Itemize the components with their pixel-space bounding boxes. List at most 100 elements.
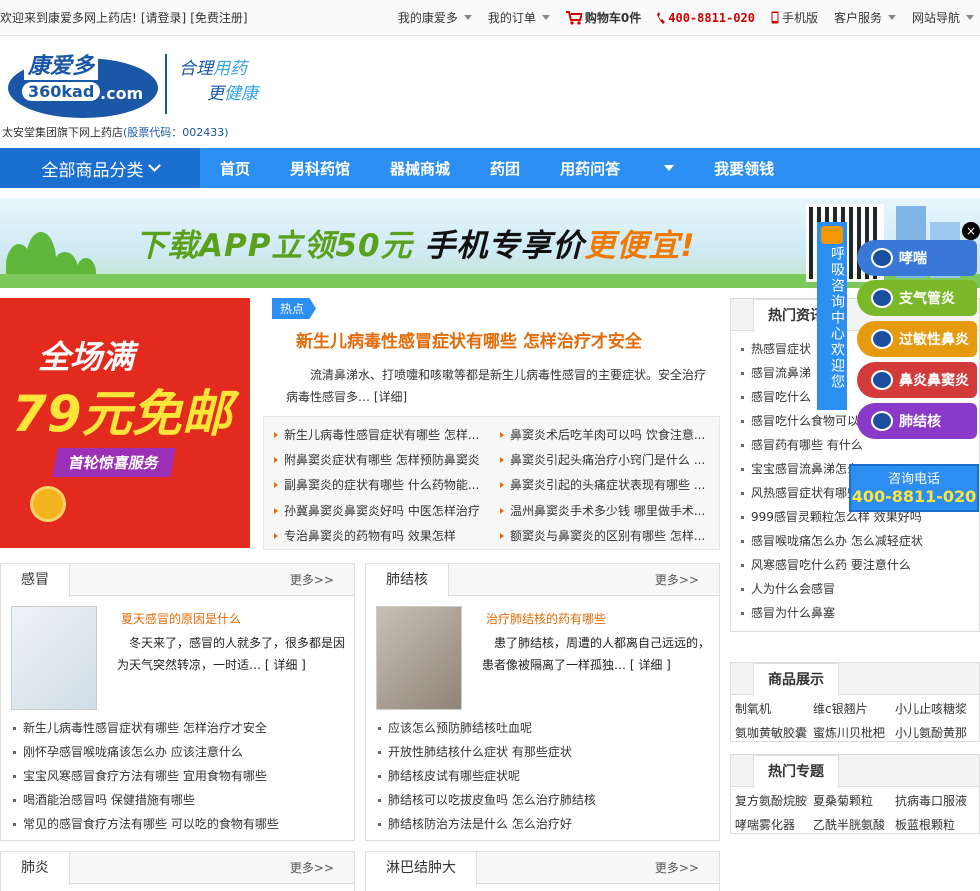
list-item[interactable]: 附鼻窦炎症状有哪些 怎样预防鼻窦炎 bbox=[272, 448, 498, 472]
topic-link[interactable]: 抗病毒口服液 bbox=[895, 789, 975, 813]
product-link[interactable]: 制氧机 bbox=[735, 697, 813, 721]
list-item[interactable]: 副鼻窦炎的症状有哪些 什么药物能... bbox=[272, 473, 498, 497]
list-item[interactable]: 鼻窦炎引起头痛治疗小窍门是什么 ... bbox=[498, 448, 718, 472]
category-title[interactable]: 肺炎 bbox=[1, 852, 70, 885]
category-title[interactable]: 感冒 bbox=[1, 564, 70, 597]
my-kad-menu[interactable]: 我的康爱多 bbox=[398, 9, 472, 26]
main-nav: 全部商品分类 首页 男科药馆 器械商城 药团 用药问答 我要领钱 bbox=[0, 148, 980, 188]
mobile-link[interactable]: 手机版 bbox=[771, 9, 818, 26]
more-link[interactable]: 更多>> bbox=[290, 852, 334, 884]
site-header: 康爱多 360kad .com 合理用药 更健康 太安堂集团旗下网上药店(股票代… bbox=[0, 36, 980, 148]
list-item[interactable]: 应该怎么预防肺结核吐血呢 bbox=[378, 716, 719, 740]
topic-link[interactable]: 板蓝根颗粒 bbox=[895, 813, 975, 837]
nav-home[interactable]: 首页 bbox=[220, 158, 250, 179]
cart-icon bbox=[565, 10, 582, 25]
list-item[interactable]: 鼻窦炎引起的头痛症状表现有哪些 ... bbox=[498, 473, 718, 497]
nav-get-money[interactable]: 我要领钱 bbox=[714, 158, 774, 179]
list-item[interactable]: 温州鼻窦炎手术多少钱 哪里做手术... bbox=[498, 499, 718, 523]
product-link[interactable]: 蜜炼川贝枇杷 bbox=[813, 721, 895, 745]
register-link[interactable]: [免费注册] bbox=[190, 9, 247, 26]
consult-allergic-rhinitis[interactable]: 过敏性鼻炎 bbox=[857, 321, 977, 357]
products-box: 商品展示 制氧机 维c银翘片 小儿止咳糖浆 氨咖黄敏胶囊 蜜炼川贝枇杷 小儿氨酚… bbox=[730, 662, 980, 742]
chevron-down-icon bbox=[147, 159, 161, 172]
list-item[interactable]: 新生儿病毒性感冒症状有哪些 怎样... bbox=[272, 423, 498, 447]
category-title[interactable]: 淋巴结肿大 bbox=[366, 852, 477, 885]
feature-title[interactable]: 治疗肺结核的药有哪些 bbox=[486, 610, 606, 627]
caret-down-icon bbox=[541, 15, 550, 20]
list-item[interactable]: 感冒喉咙痛怎么办 怎么减轻症状 bbox=[739, 529, 979, 553]
caret-down-icon bbox=[463, 15, 472, 20]
topic-link[interactable]: 乙酰半胱氨酸 bbox=[813, 813, 895, 837]
nav-mens-pharmacy[interactable]: 男科药馆 bbox=[290, 158, 350, 179]
product-link[interactable]: 维c银翘片 bbox=[813, 697, 895, 721]
welcome-text: 欢迎来到康爱多网上药店! bbox=[0, 11, 137, 25]
product-link[interactable]: 小儿氨酚黄那 bbox=[895, 721, 975, 745]
list-item[interactable]: 人为什么会感冒 bbox=[739, 577, 979, 601]
topic-link[interactable]: 哮喘雾化器 bbox=[735, 813, 813, 837]
list-item[interactable]: 额窦炎与鼻窦炎的区别有哪些 怎样... bbox=[498, 524, 718, 548]
feature-desc: 患了肺结核，周遭的人都离自己远远的，患者像被隔离了一样孤独… [ 详细 ] bbox=[482, 636, 711, 672]
topic-link[interactable]: 复方氨酚烷胺 bbox=[735, 789, 813, 813]
product-link[interactable]: 氨咖黄敏胶囊 bbox=[735, 721, 813, 745]
feature-image[interactable] bbox=[11, 606, 97, 710]
category-cold: 感冒 更多>> 夏天感冒的原因是什么 冬天来了，感冒的人就多了，很多都是因为天气突… bbox=[0, 563, 355, 841]
hot-title[interactable]: 新生儿病毒性感冒症状有哪些 怎样治疗才安全 bbox=[296, 327, 720, 352]
topics-box: 热门专题 复方氨酚烷胺 夏桑菊颗粒 抗病毒口服液 哮喘雾化器 乙酰半胱氨酸 板蓝… bbox=[730, 754, 980, 834]
consult-phone[interactable]: 咨询电话 400-8811-020 bbox=[849, 464, 979, 512]
products-title: 商品展示 bbox=[753, 663, 839, 696]
category-lymph-node: 淋巴结肿大 更多>> bbox=[365, 851, 720, 891]
list-item[interactable]: 肺结核防治方法是什么 怎么治疗好 bbox=[378, 812, 719, 836]
nav-equipment-mall[interactable]: 器械商城 bbox=[390, 158, 450, 179]
consult-side-label: 呼吸咨询中心欢迎您 bbox=[817, 222, 847, 410]
list-item[interactable]: 喝酒能治感冒吗 保健措施有哪些 bbox=[13, 788, 354, 812]
coin-icon bbox=[30, 486, 66, 522]
service-menu[interactable]: 客户服务 bbox=[834, 9, 896, 26]
consult-tuberculosis[interactable]: 肺结核 bbox=[857, 403, 977, 439]
nav-qa[interactable]: 用药问答 bbox=[560, 158, 675, 179]
list-item[interactable]: 肺结核可以吃拔皮鱼吗 怎么治疗肺结核 bbox=[378, 788, 719, 812]
caret-down-icon bbox=[887, 15, 896, 20]
list-item[interactable]: 风寒感冒吃什么药 要注意什么 bbox=[739, 553, 979, 577]
feature-desc: 冬天来了，感冒的人就多了，很多都是因为天气突然转凉，一时适… [ 详细 ] bbox=[117, 636, 346, 672]
list-item[interactable]: 刚怀孕感冒喉咙痛该怎么办 应该注意什么 bbox=[13, 740, 354, 764]
list-item[interactable]: 开放性肺结核什么症状 有那些症状 bbox=[378, 740, 719, 764]
more-link[interactable]: 更多>> bbox=[655, 564, 699, 596]
detail-link[interactable]: [ 详细 ] bbox=[265, 658, 306, 672]
mascot-icon bbox=[871, 411, 893, 431]
consult-sinusitis[interactable]: 鼻炎鼻窦炎 bbox=[857, 362, 977, 398]
mascot-icon bbox=[871, 329, 893, 349]
more-link[interactable]: 更多>> bbox=[655, 852, 699, 884]
more-link[interactable]: 更多>> bbox=[290, 564, 334, 596]
list-item[interactable]: 专治鼻窦炎的药物有吗 效果怎样 bbox=[272, 524, 498, 548]
mascot-icon bbox=[871, 288, 893, 308]
list-item[interactable]: 新生儿病毒性感冒症状有哪些 怎样治疗才安全 bbox=[13, 716, 354, 740]
hot-badge: 热点 bbox=[272, 298, 317, 319]
list-item[interactable]: 孙冀鼻窦炎鼻窦炎好吗 中医怎样治疗 bbox=[272, 499, 498, 523]
hot-detail-link[interactable]: [详细] bbox=[374, 390, 407, 404]
list-item[interactable]: 感冒为什么鼻塞 bbox=[739, 601, 979, 625]
my-orders-menu[interactable]: 我的订单 bbox=[488, 9, 550, 26]
nav-group-buy[interactable]: 药团 bbox=[490, 158, 520, 179]
detail-link[interactable]: [ 详细 ] bbox=[630, 658, 671, 672]
topic-link[interactable]: 夏桑菊颗粒 bbox=[813, 789, 895, 813]
category-pneumonia: 肺炎 更多>> bbox=[0, 851, 355, 891]
feature-title[interactable]: 夏天感冒的原因是什么 bbox=[121, 610, 241, 627]
cart-button[interactable]: 购物车0件 bbox=[565, 9, 641, 26]
close-button[interactable]: × bbox=[962, 222, 980, 240]
all-categories-button[interactable]: 全部商品分类 bbox=[0, 148, 200, 188]
list-item[interactable]: 肺结核皮试有哪些症状呢 bbox=[378, 764, 719, 788]
login-link[interactable]: [请登录] bbox=[141, 9, 186, 26]
mascot-icon bbox=[871, 370, 893, 390]
feature-image[interactable] bbox=[376, 606, 462, 710]
list-item[interactable]: 鼻窦炎术后吃羊肉可以吗 饮食注意... bbox=[498, 423, 718, 447]
banner-text: 下载APP立领50元 手机专享价更便宜! bbox=[135, 228, 696, 264]
site-nav-menu[interactable]: 网站导航 bbox=[912, 9, 974, 26]
free-shipping-promo[interactable]: 全场满 79元免邮 首轮惊喜服务 bbox=[0, 298, 250, 548]
list-item[interactable]: 宝宝风寒感冒食疗方法有哪些 宜用食物有哪些 bbox=[13, 764, 354, 788]
site-logo[interactable]: 康爱多 360kad .com bbox=[8, 48, 158, 120]
product-link[interactable]: 小儿止咳糖浆 bbox=[895, 697, 975, 721]
consult-bronchitis[interactable]: 支气管炎 bbox=[857, 280, 977, 316]
consult-asthma[interactable]: 哮喘 bbox=[857, 240, 977, 276]
category-title[interactable]: 肺结核 bbox=[366, 564, 449, 597]
list-item[interactable]: 常见的感冒食疗方法有哪些 可以吃的食物有哪些 bbox=[13, 812, 354, 836]
